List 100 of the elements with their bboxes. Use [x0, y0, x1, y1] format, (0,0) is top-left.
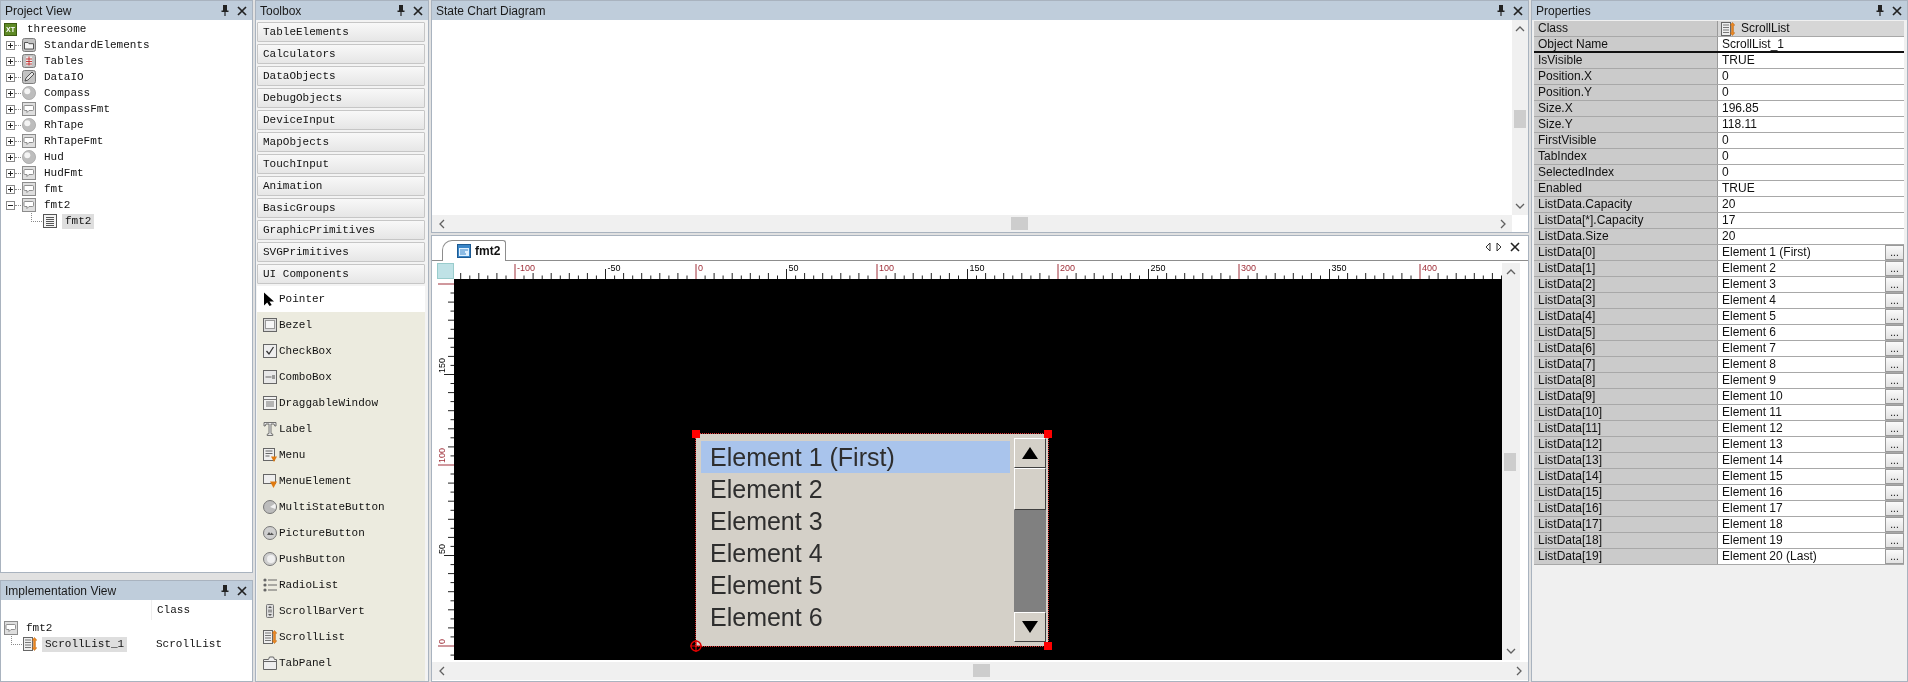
- chevron-up-icon[interactable]: [1515, 26, 1525, 32]
- close-icon[interactable]: [237, 585, 247, 596]
- ellipsis-button[interactable]: ...: [1885, 277, 1904, 292]
- ellipsis-button[interactable]: ...: [1885, 309, 1904, 324]
- toolbox-item[interactable]: ComboBox: [257, 364, 425, 390]
- category-button[interactable]: Animation: [257, 176, 425, 196]
- scrollbar-track[interactable]: [1014, 438, 1046, 642]
- list-item[interactable]: Element 6: [701, 601, 1010, 633]
- toolbox-item[interactable]: Label: [257, 416, 425, 442]
- column-header[interactable]: Class: [151, 600, 252, 620]
- scroll-up-button[interactable]: [1014, 438, 1046, 468]
- document-tab[interactable]: fmt2: [442, 240, 507, 261]
- category-button[interactable]: DataObjects: [257, 66, 425, 86]
- ellipsis-button[interactable]: ...: [1885, 437, 1904, 452]
- expand-icon[interactable]: [6, 168, 15, 178]
- list-item[interactable]: Element 1 (First): [701, 441, 1010, 473]
- toolbox-item[interactable]: Pointer: [257, 286, 425, 312]
- close-icon[interactable]: [1510, 242, 1520, 252]
- expand-icon[interactable]: [6, 56, 15, 66]
- vertical-scrollbar[interactable]: [1512, 20, 1528, 215]
- right-triangle-icon[interactable]: [1496, 242, 1502, 252]
- category-button[interactable]: UI Components: [257, 264, 425, 284]
- expand-icon[interactable]: [6, 104, 15, 114]
- tree-item[interactable]: HudFmt: [41, 165, 87, 181]
- chevron-right-icon[interactable]: [1516, 666, 1522, 676]
- close-icon[interactable]: [413, 5, 423, 16]
- selection-handle[interactable]: [1044, 642, 1052, 650]
- close-icon[interactable]: [1513, 5, 1523, 16]
- tree-item[interactable]: threesome: [24, 21, 90, 37]
- toolbox-item[interactable]: ScrollBarVert: [257, 598, 425, 624]
- scrollbar-thumb[interactable]: [1504, 453, 1516, 471]
- ellipsis-button[interactable]: ...: [1885, 261, 1904, 276]
- scrollbar-thumb[interactable]: [1014, 468, 1046, 510]
- tree-item[interactable]: CompassFmt: [41, 101, 113, 117]
- close-icon[interactable]: [1892, 5, 1902, 16]
- expand-icon[interactable]: [6, 184, 15, 194]
- scrollbar-thumb[interactable]: [1514, 110, 1526, 128]
- origin-marker-icon[interactable]: [690, 640, 702, 652]
- tree-item[interactable]: RhTapeFmt: [41, 133, 107, 149]
- toolbox-item[interactable]: TabPanel: [257, 650, 425, 676]
- toolbox-item[interactable]: ScrollList: [257, 624, 425, 650]
- ellipsis-button[interactable]: ...: [1885, 245, 1904, 260]
- chevron-down-icon[interactable]: [1515, 203, 1525, 209]
- left-triangle-icon[interactable]: [1485, 242, 1491, 252]
- category-button[interactable]: DebugObjects: [257, 88, 425, 108]
- ellipsis-button[interactable]: ...: [1885, 517, 1904, 532]
- ellipsis-button[interactable]: ...: [1885, 533, 1904, 548]
- tree-item[interactable]: Compass: [41, 85, 94, 101]
- selection-handle[interactable]: [1044, 430, 1052, 438]
- expand-icon[interactable]: [6, 152, 15, 162]
- tree-item[interactable]: StandardElements: [41, 37, 153, 53]
- category-button[interactable]: Calculators: [257, 44, 425, 64]
- list-item[interactable]: Element 2: [701, 473, 1010, 505]
- scroll-list-widget[interactable]: Element 1 (First) Element 2 Element 3 Element 4 Element 5 Element 6: [696, 434, 1048, 646]
- ellipsis-button[interactable]: ...: [1885, 469, 1904, 484]
- ellipsis-button[interactable]: ...: [1885, 293, 1904, 308]
- toolbox-item[interactable]: PushButton: [257, 546, 425, 572]
- category-button[interactable]: BasicGroups: [257, 198, 425, 218]
- chevron-down-icon[interactable]: [1506, 648, 1516, 654]
- toolbox-item[interactable]: PictureButton: [257, 520, 425, 546]
- chevron-left-icon[interactable]: [439, 218, 445, 229]
- category-button[interactable]: DeviceInput: [257, 110, 425, 130]
- selection-handle[interactable]: [692, 430, 700, 438]
- ellipsis-button[interactable]: ...: [1885, 357, 1904, 372]
- expand-icon[interactable]: [6, 72, 15, 82]
- horizontal-scrollbar[interactable]: [432, 662, 1528, 680]
- pin-icon[interactable]: [1876, 5, 1884, 16]
- tree-item[interactable]: Tables: [41, 53, 87, 69]
- tree-item[interactable]: Hud: [41, 149, 67, 165]
- toolbox-item[interactable]: DraggableWindow: [257, 390, 425, 416]
- scrollbar-thumb[interactable]: [973, 664, 990, 677]
- pin-icon[interactable]: [1497, 5, 1505, 16]
- scroll-down-button[interactable]: [1014, 612, 1046, 642]
- ellipsis-button[interactable]: ...: [1885, 373, 1904, 388]
- list-item[interactable]: Element 3: [701, 505, 1010, 537]
- tree-item[interactable]: DataIO: [41, 69, 87, 85]
- ellipsis-button[interactable]: ...: [1885, 485, 1904, 500]
- tree-item[interactable]: fmt: [41, 181, 67, 197]
- tree-item[interactable]: RhTape: [41, 117, 87, 133]
- ellipsis-button[interactable]: ...: [1885, 501, 1904, 516]
- category-button[interactable]: TableElements: [257, 22, 425, 42]
- collapse-icon[interactable]: [6, 200, 15, 210]
- ellipsis-button[interactable]: ...: [1885, 421, 1904, 436]
- toolbox-item[interactable]: Bezel: [257, 312, 425, 338]
- category-button[interactable]: SVGPrimitives: [257, 242, 425, 262]
- ellipsis-button[interactable]: ...: [1885, 549, 1904, 564]
- toolbox-item[interactable]: Menu: [257, 442, 425, 468]
- list-item[interactable]: Element 5: [701, 569, 1010, 601]
- tree-item[interactable]: fmt2: [41, 197, 74, 213]
- toolbox-item[interactable]: MenuElement: [257, 468, 425, 494]
- vertical-scrollbar[interactable]: [1502, 263, 1520, 660]
- ellipsis-button[interactable]: ...: [1885, 389, 1904, 404]
- category-button[interactable]: GraphicPrimitives: [257, 220, 425, 240]
- pin-icon[interactable]: [397, 5, 405, 16]
- pin-icon[interactable]: [221, 5, 229, 16]
- scrollbar-thumb[interactable]: [1011, 217, 1028, 230]
- expand-icon[interactable]: [6, 120, 15, 130]
- expand-icon[interactable]: [6, 88, 15, 98]
- category-button[interactable]: MapObjects: [257, 132, 425, 152]
- tree-item[interactable]: fmt2: [23, 620, 56, 636]
